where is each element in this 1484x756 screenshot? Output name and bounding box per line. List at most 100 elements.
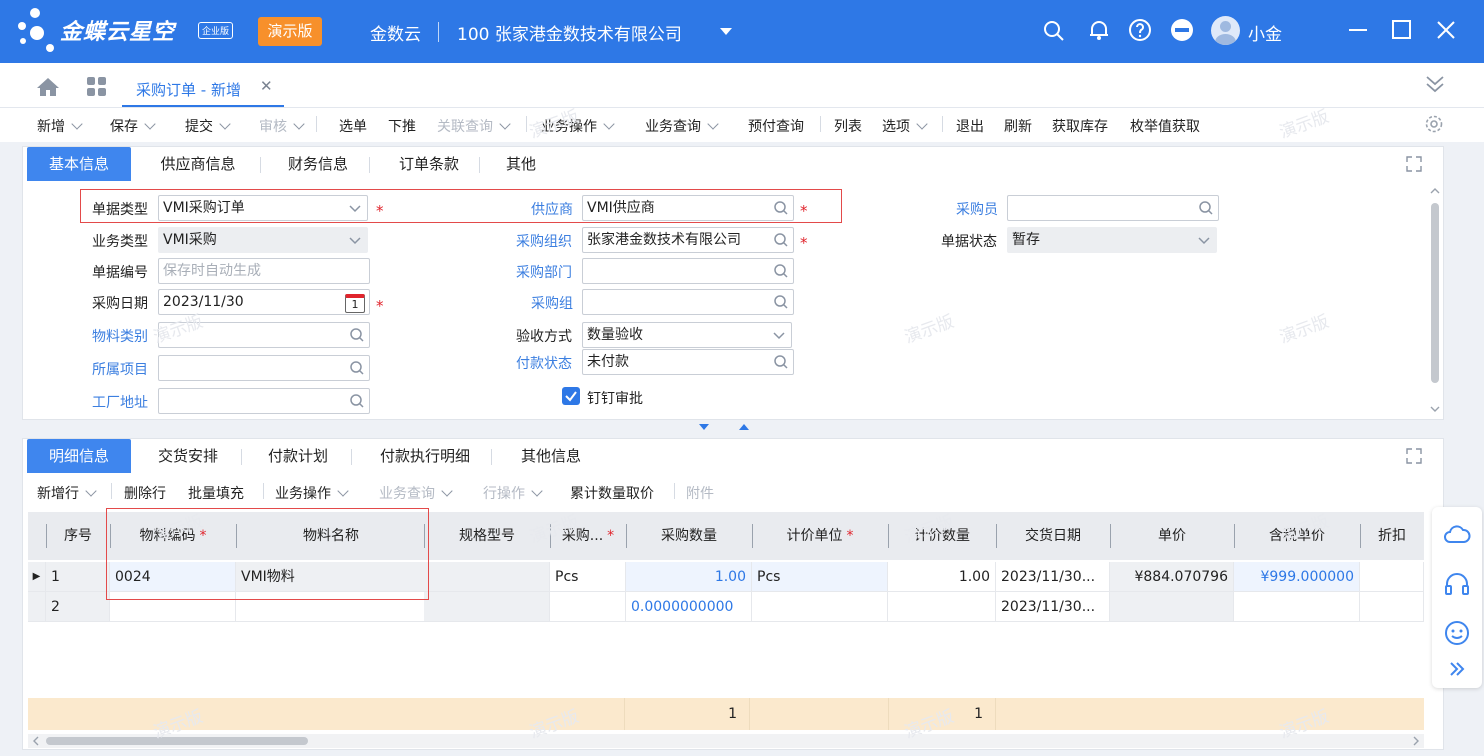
scroll-left-icon[interactable] <box>32 736 40 746</box>
grid-cell[interactable]: Pcs <box>752 562 888 592</box>
toolbar-button-13[interactable]: 刷新 <box>1004 116 1032 136</box>
company-selector[interactable]: 100 张家港金数技术有限公司 <box>457 20 682 45</box>
detail-toolbar-button-4[interactable]: 业务查询 <box>379 483 453 503</box>
grid-cell[interactable]: ¥884.070796 <box>1110 562 1234 592</box>
lookup-search-icon[interactable] <box>773 232 789 248</box>
buyer-label[interactable]: 采购员 <box>956 199 998 219</box>
grid-cell[interactable] <box>1360 562 1424 592</box>
toolbar-button-4[interactable]: 选单 <box>339 116 367 136</box>
toolbar-button-3[interactable]: 审核 <box>259 116 305 136</box>
detail-tab-0[interactable]: 明细信息 <box>27 439 131 473</box>
chevron-down-icon[interactable] <box>441 485 453 497</box>
grid-header-10[interactable]: 含税单价 <box>1234 512 1360 560</box>
lookup-search-icon[interactable] <box>1198 200 1214 216</box>
payment-status-label[interactable]: 付款状态 <box>516 353 572 373</box>
double-chevron-right-icon[interactable] <box>1443 661 1471 677</box>
dingtalk-checkbox[interactable] <box>562 387 580 405</box>
detail-toolbar-button-2[interactable]: 批量填充 <box>188 483 244 503</box>
cloud-icon[interactable] <box>1443 523 1471 545</box>
payment-status-input[interactable]: 未付款 <box>582 349 794 375</box>
supplier-input[interactable]: VMI供应商 <box>582 195 794 221</box>
settings-gear-icon[interactable] <box>1424 114 1444 134</box>
chevron-down-icon[interactable] <box>293 118 305 130</box>
detail-tab-1[interactable]: 交货安排 <box>143 439 233 473</box>
detail-toolbar-button-3[interactable]: 业务操作 <box>275 483 349 503</box>
toolbar-button-15[interactable]: 枚举值获取 <box>1130 116 1200 136</box>
factory-address-label[interactable]: 工厂地址 <box>92 392 148 412</box>
company-dropdown-icon[interactable] <box>720 28 732 35</box>
lookup-search-icon[interactable] <box>773 200 789 216</box>
chevron-down-icon[interactable] <box>771 327 787 343</box>
grid-cell[interactable]: 1.00 <box>626 562 752 592</box>
grid-cell[interactable]: 1 <box>46 562 110 592</box>
chevron-down-icon[interactable] <box>219 118 231 130</box>
grid-cell[interactable]: 2023/11/30... <box>996 562 1110 592</box>
grid-header-11[interactable]: 折扣 <box>1360 512 1424 560</box>
detail-toolbar-button-7[interactable]: 附件 <box>686 483 714 503</box>
toolbar-button-7[interactable]: 业务操作 <box>541 116 615 136</box>
material-category-input[interactable] <box>158 322 370 348</box>
lookup-search-icon[interactable] <box>773 354 789 370</box>
grid-header-0[interactable]: 序号 <box>46 512 110 560</box>
toolbar-button-0[interactable]: 新增 <box>37 116 83 136</box>
avatar[interactable] <box>1211 16 1240 45</box>
acceptance-method-select[interactable]: 数量验收 <box>582 322 792 348</box>
purchase-org-label[interactable]: 采购组织 <box>516 231 572 251</box>
toolbar-button-1[interactable]: 保存 <box>110 116 156 136</box>
chevron-down-icon[interactable] <box>347 232 363 248</box>
smiley-feedback-icon[interactable] <box>1443 619 1471 647</box>
grid-cell[interactable]: ¥999.000000 <box>1234 562 1360 592</box>
user-name[interactable]: 小金 <box>1248 20 1282 45</box>
chevron-down-icon[interactable] <box>499 118 511 130</box>
grid-cell[interactable]: 2 <box>46 592 110 622</box>
grid-cell[interactable]: 2023/11/30... <box>996 592 1110 622</box>
double-chevron-down-icon[interactable] <box>1424 73 1446 95</box>
more-icon[interactable] <box>1170 18 1194 42</box>
buyer-input[interactable] <box>1007 195 1219 221</box>
splitter-up-icon[interactable] <box>738 423 750 431</box>
detail-tab-3[interactable]: 付款执行明细 <box>363 439 487 473</box>
grid-header-8[interactable]: 交货日期 <box>996 512 1110 560</box>
header-scrollbar[interactable] <box>1431 203 1439 383</box>
chevron-down-icon[interactable] <box>71 118 83 130</box>
toolbar-button-5[interactable]: 下推 <box>388 116 416 136</box>
header-tab-3[interactable]: 订单条款 <box>381 147 477 181</box>
purchase-dept-label[interactable]: 采购部门 <box>516 262 572 282</box>
project-label[interactable]: 所属项目 <box>92 359 148 379</box>
search-icon[interactable] <box>1042 18 1066 42</box>
lookup-search-icon[interactable] <box>349 393 365 409</box>
expand-icon[interactable] <box>1405 155 1423 173</box>
purchase-group-label[interactable]: 采购组 <box>531 293 573 313</box>
help-icon[interactable] <box>1128 18 1152 42</box>
scroll-right-icon[interactable] <box>1412 736 1420 746</box>
row-marker[interactable] <box>28 592 46 622</box>
toolbar-button-12[interactable]: 退出 <box>956 116 984 136</box>
toolbar-button-8[interactable]: 业务查询 <box>645 116 719 136</box>
grid-hscrollbar[interactable] <box>46 737 308 745</box>
chevron-down-icon[interactable] <box>603 118 615 130</box>
expand-icon[interactable] <box>1405 447 1423 465</box>
detail-tab-2[interactable]: 付款计划 <box>253 439 343 473</box>
org-name[interactable]: 金数云 <box>370 20 421 45</box>
grid-cell[interactable] <box>424 562 550 592</box>
chevron-down-icon[interactable] <box>1196 232 1212 248</box>
toolbar-button-2[interactable]: 提交 <box>185 116 231 136</box>
toolbar-button-6[interactable]: 关联查询 <box>437 116 511 136</box>
purchase-date-input[interactable]: 2023/11/30 1 <box>158 289 370 315</box>
bell-icon[interactable] <box>1087 18 1111 42</box>
bill-no-input[interactable]: 保存时自动生成 <box>158 258 370 284</box>
toolbar-button-14[interactable]: 获取库存 <box>1052 116 1108 136</box>
grid-header-7[interactable]: 计价数量 <box>888 512 996 560</box>
row-marker[interactable]: ▶ <box>28 562 46 592</box>
tab-purchase-order[interactable]: 采购订单 - 新增 ✕ <box>122 63 284 107</box>
chevron-down-icon[interactable] <box>707 118 719 130</box>
header-tab-4[interactable]: 其他 <box>491 147 551 181</box>
lookup-search-icon[interactable] <box>349 360 365 376</box>
grid-cell[interactable] <box>752 592 888 622</box>
bill-status-select[interactable]: 暂存 <box>1007 227 1217 253</box>
purchase-dept-input[interactable] <box>582 258 794 284</box>
scroll-up-icon[interactable] <box>1430 187 1440 195</box>
grid-header-3[interactable]: 规格型号 <box>424 512 550 560</box>
grid-header-4[interactable]: 采购... * <box>550 512 626 560</box>
project-input[interactable] <box>158 355 370 381</box>
